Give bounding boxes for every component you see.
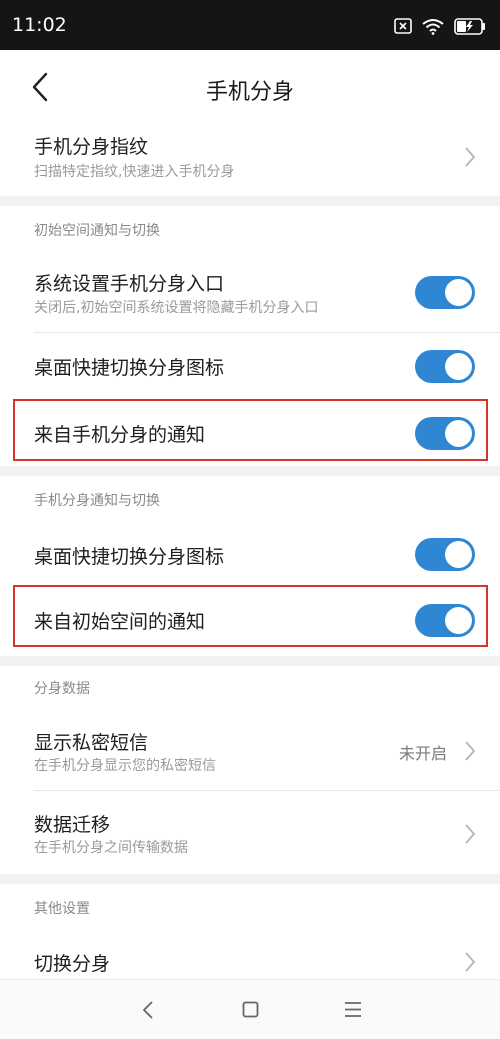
section-header: 手机分身通知与切换 bbox=[0, 476, 500, 520]
section-label: 其他设置 bbox=[34, 901, 90, 917]
toggle-knob bbox=[445, 353, 472, 380]
toggle-knob bbox=[445, 541, 472, 568]
close-box-icon bbox=[394, 18, 412, 34]
fingerprint-subtitle: 扫描特定指纹,快速进入手机分身 bbox=[34, 164, 235, 180]
chevron-right-icon bbox=[465, 147, 476, 167]
chevron-right-icon bbox=[465, 824, 476, 844]
wifi-icon bbox=[422, 18, 444, 35]
section-label: 初始空间通知与切换 bbox=[34, 223, 160, 239]
section-header: 分身数据 bbox=[0, 666, 500, 708]
settings-entry-toggle[interactable] bbox=[415, 276, 475, 309]
private-sms-value: 未开启 bbox=[398, 744, 447, 763]
switch-clone-title: 切换分身 bbox=[34, 953, 111, 975]
desktop-switch-row[interactable]: 桌面快捷切换分身图标 bbox=[0, 520, 500, 584]
settings-entry-subtitle: 关闭后,初始空间系统设置将隐藏手机分身入口 bbox=[34, 300, 319, 316]
section-gap bbox=[0, 196, 500, 206]
chevron-right-icon bbox=[465, 741, 476, 761]
settings-entry-row[interactable]: 系统设置手机分身入口 关闭后,初始空间系统设置将隐藏手机分身入口 bbox=[0, 250, 500, 332]
status-time: 11:02 bbox=[12, 14, 67, 36]
highlight-box bbox=[13, 585, 488, 647]
highlight-box bbox=[13, 399, 488, 461]
section-gap bbox=[0, 874, 500, 884]
desktop-switch-row[interactable]: 桌面快捷切换分身图标 bbox=[0, 333, 500, 399]
battery-charging-icon bbox=[454, 17, 485, 35]
back-triangle-icon[interactable] bbox=[140, 1000, 156, 1020]
fingerprint-title: 手机分身指纹 bbox=[34, 136, 149, 158]
private-sms-subtitle: 在手机分身显示您的私密短信 bbox=[34, 758, 216, 774]
private-sms-title: 显示私密短信 bbox=[34, 732, 149, 754]
desktop-switch-title: 桌面快捷切换分身图标 bbox=[34, 546, 225, 568]
status-bar: 11:02 bbox=[0, 0, 500, 50]
section-header: 初始空间通知与切换 bbox=[0, 206, 500, 250]
section-gap bbox=[0, 466, 500, 476]
desktop-switch-toggle[interactable] bbox=[415, 350, 475, 383]
section-label: 手机分身通知与切换 bbox=[34, 493, 160, 509]
toggle-knob bbox=[445, 279, 472, 306]
data-migration-title: 数据迁移 bbox=[34, 814, 111, 836]
data-migration-subtitle: 在手机分身之间传输数据 bbox=[34, 840, 188, 856]
private-sms-row[interactable]: 显示私密短信 在手机分身显示您的私密短信 未开启 bbox=[0, 708, 500, 790]
desktop-switch-toggle[interactable] bbox=[415, 538, 475, 571]
section-label: 分身数据 bbox=[34, 681, 90, 697]
menu-lines-icon[interactable] bbox=[344, 1001, 362, 1018]
status-icons bbox=[394, 15, 486, 37]
section-gap bbox=[0, 656, 500, 666]
section-header: 其他设置 bbox=[0, 884, 500, 928]
page-title: 手机分身 bbox=[205, 80, 294, 105]
fingerprint-row[interactable]: 手机分身指纹 扫描特定指纹,快速进入手机分身 bbox=[0, 124, 500, 196]
navigation-bar bbox=[0, 979, 500, 1039]
desktop-switch-title: 桌面快捷切换分身图标 bbox=[34, 357, 225, 379]
title-bar: 手机分身 bbox=[0, 50, 500, 124]
settings-entry-title: 系统设置手机分身入口 bbox=[34, 273, 225, 295]
home-square-icon[interactable] bbox=[242, 1001, 259, 1018]
switch-clone-row[interactable]: 切换分身 bbox=[0, 928, 500, 979]
chevron-right-icon bbox=[465, 952, 476, 972]
data-migration-row[interactable]: 数据迁移 在手机分身之间传输数据 bbox=[0, 791, 500, 873]
